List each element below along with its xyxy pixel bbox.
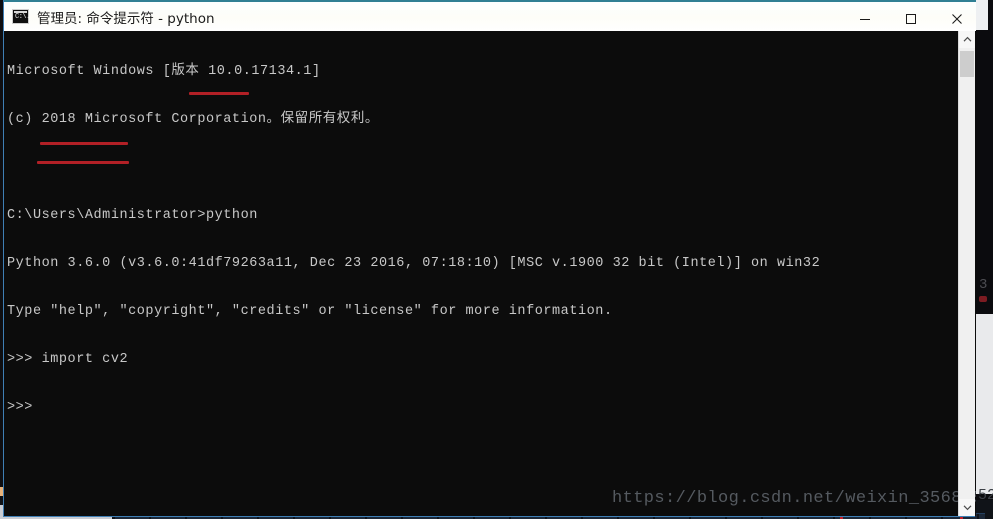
console-line: C:\Users\Administrator>python <box>7 208 258 223</box>
desktop-right-digit: 3 <box>979 277 988 293</box>
desktop-red-mark <box>979 296 987 302</box>
console-line: Python 3.6.0 (v3.6.0:41df79263a11, Dec 2… <box>7 256 821 271</box>
close-button[interactable] <box>934 4 980 33</box>
vertical-scrollbar[interactable] <box>958 31 975 516</box>
console-window: C:\. 管理员: 命令提示符 - python Microsoft Windo… <box>3 0 976 517</box>
annotation-underline-prompt <box>37 161 129 164</box>
console-line: >>> <box>7 400 33 415</box>
cmd-icon-glyph: C:\. <box>15 13 30 21</box>
console-output-area[interactable]: Microsoft Windows [版本 10.0.17134.1] (c) … <box>4 31 976 516</box>
annotation-underline-import-cv2 <box>40 142 128 145</box>
console-line: >>> import cv2 <box>7 352 129 367</box>
scroll-up-arrow[interactable] <box>959 31 975 48</box>
scroll-track[interactable] <box>959 77 975 499</box>
maximize-button[interactable] <box>888 4 934 33</box>
console-line: Type "help", "copyright", "credits" or "… <box>7 304 613 319</box>
console-line: (c) 2018 Microsoft Corporation。保留所有权利。 <box>7 112 379 127</box>
watermark-url: https://blog.csdn.net/weixin_356845 <box>612 489 976 508</box>
annotation-underline-python <box>189 92 249 95</box>
console-text: Microsoft Windows [版本 10.0.17134.1] (c) … <box>7 32 820 448</box>
scroll-thumb[interactable] <box>960 51 974 77</box>
window-title: 管理员: 命令提示符 - python <box>37 10 215 27</box>
scroll-down-arrow[interactable] <box>959 499 975 516</box>
console-line: Microsoft Windows [版本 10.0.17134.1] <box>7 64 321 79</box>
cmd-icon[interactable]: C:\. <box>12 9 30 24</box>
desktop-right-highlight <box>976 314 993 494</box>
titlebar[interactable]: C:\. 管理员: 命令提示符 - python <box>4 2 976 31</box>
minimize-button[interactable] <box>842 4 888 33</box>
screen: 3 52 opencv_python-3.4.2.17-cp36-cp36m-w… <box>0 0 993 519</box>
